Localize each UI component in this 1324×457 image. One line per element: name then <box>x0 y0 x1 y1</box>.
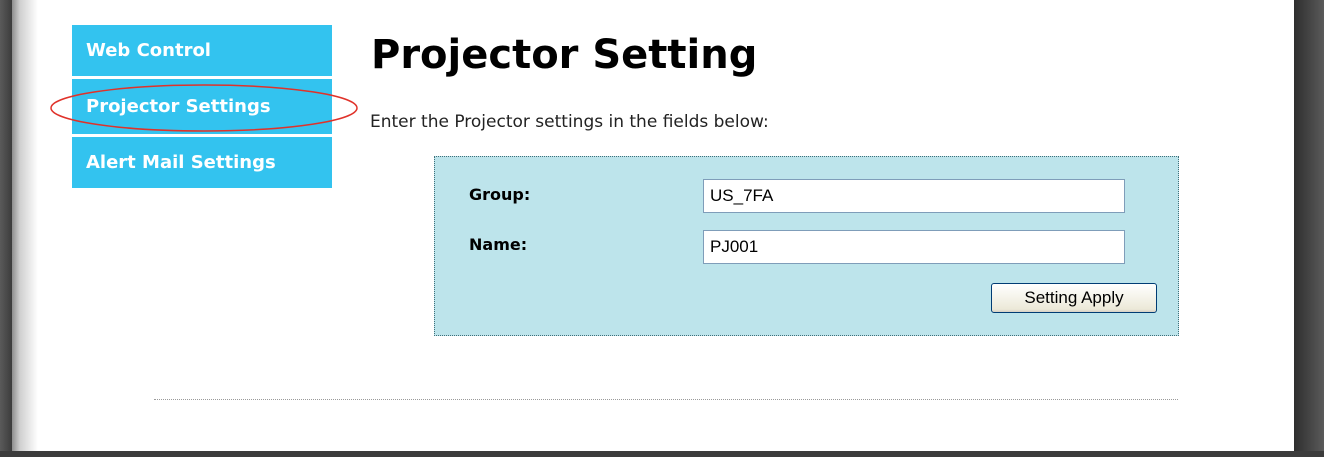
name-input[interactable] <box>703 230 1125 264</box>
right-frame-border <box>1294 0 1324 457</box>
page-title: Projector Setting <box>371 32 758 78</box>
footer-divider <box>154 399 1178 400</box>
bottom-frame-border <box>0 451 1324 457</box>
sidebar-item-projector-settings[interactable]: Projector Settings <box>72 79 332 134</box>
sidebar-nav: Web Control Projector Settings Alert Mai… <box>72 25 332 191</box>
sidebar-item-web-control[interactable]: Web Control <box>72 25 332 76</box>
settings-form-panel: Group: Name: Setting Apply <box>434 156 1179 336</box>
sidebar-item-alert-mail-settings[interactable]: Alert Mail Settings <box>72 137 332 188</box>
instructions-text: Enter the Projector settings in the fiel… <box>370 112 769 132</box>
name-label: Name: <box>469 235 528 254</box>
group-input[interactable] <box>703 179 1125 213</box>
left-frame-shadow <box>12 0 38 457</box>
group-label: Group: <box>469 185 531 204</box>
setting-apply-button[interactable]: Setting Apply <box>991 283 1157 313</box>
left-frame-border <box>0 0 12 457</box>
browser-page: Web Control Projector Settings Alert Mai… <box>0 0 1324 457</box>
